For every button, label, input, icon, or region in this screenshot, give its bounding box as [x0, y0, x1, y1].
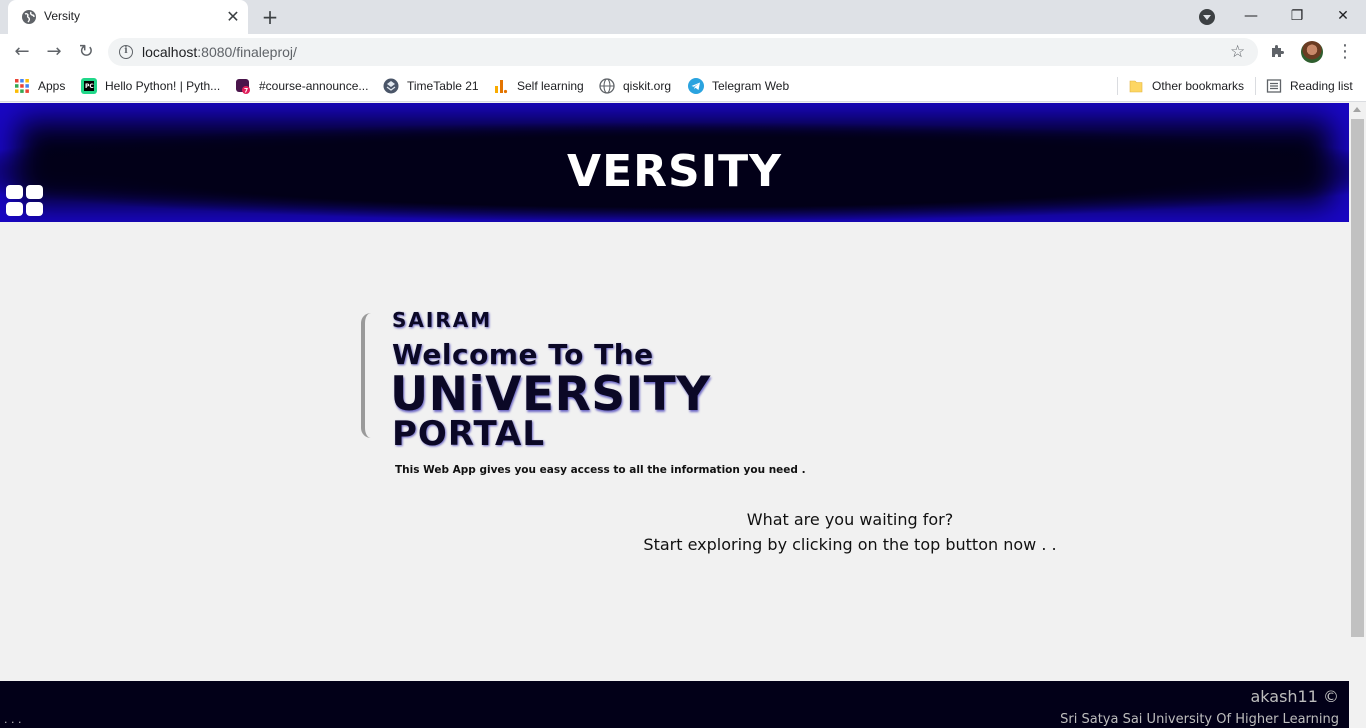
bookmark-label: Other bookmarks — [1152, 79, 1245, 93]
bookmark-self-learning[interactable]: Self learning — [493, 77, 584, 95]
cta-line-2: Start exploring by clicking on the top b… — [643, 535, 1057, 554]
url-text[interactable]: localhost:8080/finaleproj/ — [142, 44, 297, 60]
bookmark-apps[interactable]: Apps — [14, 77, 65, 95]
cta-line-1: What are you waiting for? — [746, 510, 954, 529]
reload-icon[interactable]: ↻ — [74, 40, 98, 64]
globe-icon — [22, 10, 36, 24]
tab-strip: Versity ✕ + — ❐ ✕ — [0, 0, 1366, 34]
bookmark-label: Apps — [38, 79, 66, 93]
bookmark-label: #course-announce... — [259, 79, 369, 93]
footer-university: Sri Satya Sai University Of Higher Learn… — [1060, 712, 1339, 727]
scroll-up-arrow-icon[interactable] — [1353, 107, 1361, 112]
bookmarks-bar: Apps PC Hello Python! | Pyth... 7 #cours… — [0, 70, 1366, 102]
bookmark-telegram[interactable]: Telegram Web — [688, 77, 789, 95]
hero-tagline: This Web App gives you easy access to al… — [395, 464, 806, 476]
timetable-icon — [383, 78, 399, 94]
hero-accent-bar — [361, 313, 371, 438]
tab-search-icon[interactable] — [1199, 9, 1215, 25]
active-tab[interactable]: Versity ✕ — [8, 0, 248, 34]
bookmarks-divider — [1255, 77, 1256, 95]
bookmark-label: TimeTable 21 — [407, 79, 479, 93]
bookmark-label: Telegram Web — [712, 79, 790, 93]
bookmark-other-bookmarks[interactable]: Other bookmarks — [1128, 77, 1244, 95]
menu-grid-icon[interactable] — [6, 185, 44, 216]
bookmark-hello-python[interactable]: PC Hello Python! | Pyth... — [81, 77, 220, 95]
page-viewport: VERSITY SAIRAM Welcome To The UNiVERSITY… — [0, 103, 1349, 728]
footer-author: akash11 © — [1250, 687, 1339, 706]
browser-menu-icon[interactable]: ⋮ — [1336, 40, 1354, 64]
minimize-button[interactable]: — — [1236, 4, 1266, 28]
bookmarks-divider — [1117, 77, 1118, 95]
slack-icon: 7 — [236, 79, 250, 95]
cta-text: What are you waiting for? Start explorin… — [600, 507, 1100, 557]
browser-toolbar: ← → ↻ i localhost:8080/finaleproj/ ☆ ⋮ — [0, 34, 1366, 70]
extensions-puzzle-icon[interactable] — [1270, 43, 1286, 59]
new-tab-button[interactable]: + — [259, 6, 281, 28]
svg-text:7: 7 — [244, 88, 248, 95]
reading-list-button[interactable]: Reading list — [1266, 77, 1353, 95]
hero-portal: PORTAL — [392, 414, 546, 454]
footer-dots: . . . — [4, 713, 22, 726]
bookmark-label: Reading list — [1290, 79, 1353, 93]
restore-button[interactable]: ❐ — [1282, 4, 1312, 28]
tab-title: Versity — [44, 9, 81, 23]
analytics-icon — [495, 80, 508, 94]
site-footer: . . . akash11 © Sri Satya Sai University… — [0, 681, 1349, 728]
site-brand[interactable]: VERSITY — [0, 146, 1349, 197]
apps-grid-icon — [15, 79, 29, 93]
bookmark-star-icon[interactable]: ☆ — [1230, 42, 1245, 62]
reading-list-icon — [1266, 79, 1282, 93]
svg-text:PC: PC — [85, 83, 94, 90]
forward-arrow-icon[interactable]: → — [42, 40, 66, 64]
bookmark-label: qiskit.org — [623, 79, 672, 93]
site-info-icon[interactable]: i — [119, 45, 133, 59]
site-header: VERSITY — [0, 103, 1349, 222]
bookmark-qiskit[interactable]: qiskit.org — [599, 77, 671, 95]
tab-close-icon[interactable]: ✕ — [224, 8, 242, 26]
bookmark-course-announce[interactable]: 7 #course-announce... — [235, 77, 368, 95]
folder-icon — [1129, 80, 1143, 93]
close-window-button[interactable]: ✕ — [1328, 4, 1358, 28]
page-scrollbar[interactable] — [1349, 103, 1366, 728]
bookmark-label: Self learning — [517, 79, 584, 93]
hero-kicker: SAIRAM — [392, 308, 493, 332]
back-arrow-icon[interactable]: ← — [10, 40, 34, 64]
scroll-thumb[interactable] — [1351, 119, 1364, 637]
bookmark-timetable[interactable]: TimeTable 21 — [383, 77, 479, 95]
globe-icon — [599, 78, 615, 94]
pycharm-icon: PC — [81, 78, 97, 94]
bookmark-label: Hello Python! | Pyth... — [105, 79, 221, 93]
profile-avatar[interactable] — [1301, 41, 1323, 63]
address-bar[interactable]: i localhost:8080/finaleproj/ ☆ — [108, 38, 1258, 66]
telegram-icon — [688, 78, 704, 94]
